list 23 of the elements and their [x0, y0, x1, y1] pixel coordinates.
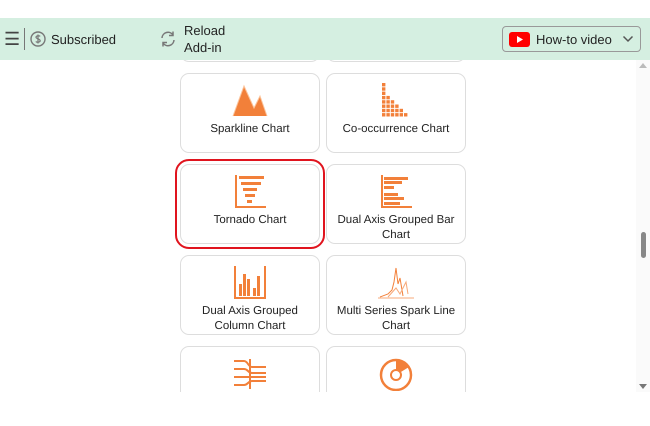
play-icon [509, 32, 530, 46]
subscription-status: Subscribed [51, 32, 116, 46]
chart-card[interactable]: Dual Axis Grouped Column Chart [180, 255, 320, 335]
chart-card[interactable]: Co-occurrence Chart [326, 73, 466, 153]
menu-icon[interactable]: ☰ [4, 30, 20, 48]
chart-card[interactable]: Dual Axis Grouped Bar Chart [326, 164, 466, 244]
chart-card[interactable]: Sparkline Chart [180, 73, 320, 153]
scrollbar[interactable] [636, 60, 650, 392]
card-label: Dual Axis Grouped Bar Chart [336, 213, 456, 243]
scroll-up-icon[interactable] [639, 62, 647, 68]
card-label: Multi Series Spark Line Chart [336, 304, 456, 334]
dollar-icon [30, 31, 46, 47]
card-label: Dual Axis Grouped Column Chart [201, 304, 299, 334]
card-label: Co-occurrence Chart [342, 122, 450, 137]
scroll-thumb[interactable] [640, 232, 646, 258]
reload-button[interactable]: Reload Add-in [158, 22, 230, 56]
chart-card[interactable]: Multi Series Spark Line Chart [326, 255, 466, 335]
card-label: Tornado Chart [212, 213, 288, 228]
scroll-down-icon[interactable] [639, 384, 647, 390]
chevron-down-icon [622, 35, 634, 43]
video-dropdown[interactable]: How-to video [502, 26, 641, 52]
card-label: Sparkline Chart [209, 122, 291, 137]
mountain-chart-icon [230, 82, 270, 118]
